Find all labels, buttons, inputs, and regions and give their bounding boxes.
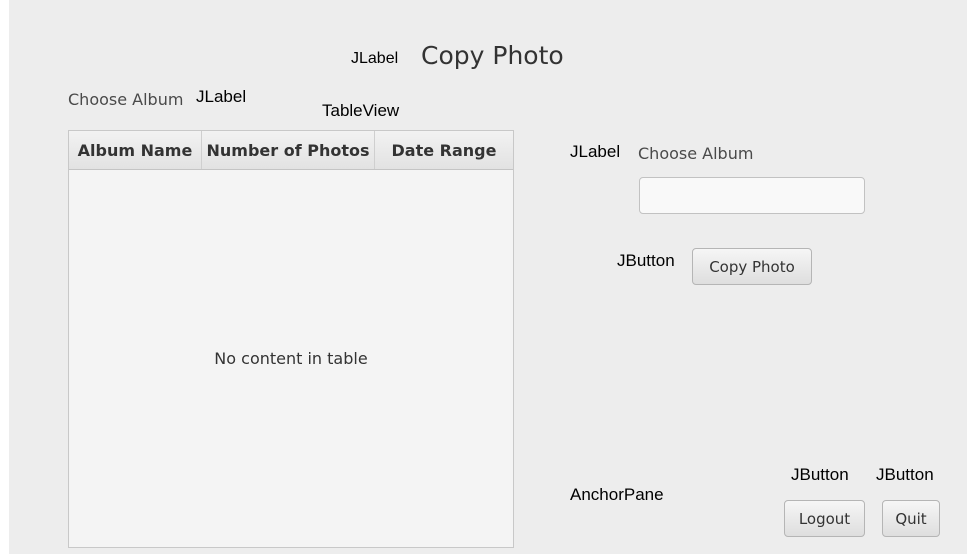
anchorpane-annotation: AnchorPane — [570, 485, 664, 504]
column-header-album-name[interactable]: Album Name — [69, 131, 202, 169]
table-empty-placeholder: No content in table — [214, 349, 368, 368]
quit-button[interactable]: Quit — [882, 500, 940, 537]
page-title: Copy Photo — [421, 41, 564, 70]
column-header-date-range[interactable]: Date Range — [375, 131, 513, 169]
choose-album-label-right: Choose Album — [638, 144, 754, 163]
choose-album-label-left: Choose Album — [68, 90, 184, 109]
quit-button-type-annotation: JButton — [876, 465, 934, 484]
copy-button-type-annotation: JButton — [617, 251, 675, 270]
title-type-annotation: JLabel — [351, 50, 399, 67]
album-table[interactable]: Album Name Number of Photos Date Range N… — [68, 130, 514, 548]
album-text-field[interactable] — [639, 177, 865, 214]
table-header: Album Name Number of Photos Date Range — [69, 131, 513, 170]
column-header-number-of-photos[interactable]: Number of Photos — [202, 131, 375, 169]
copy-photo-button[interactable]: Copy Photo — [692, 248, 812, 285]
logout-button[interactable]: Logout — [784, 500, 865, 537]
choose-album-type-annotation: JLabel — [196, 87, 247, 106]
choose-album-right-type-annotation: JLabel — [570, 142, 621, 161]
tableview-annotation: TableView — [322, 101, 400, 120]
logout-button-type-annotation: JButton — [791, 465, 849, 484]
